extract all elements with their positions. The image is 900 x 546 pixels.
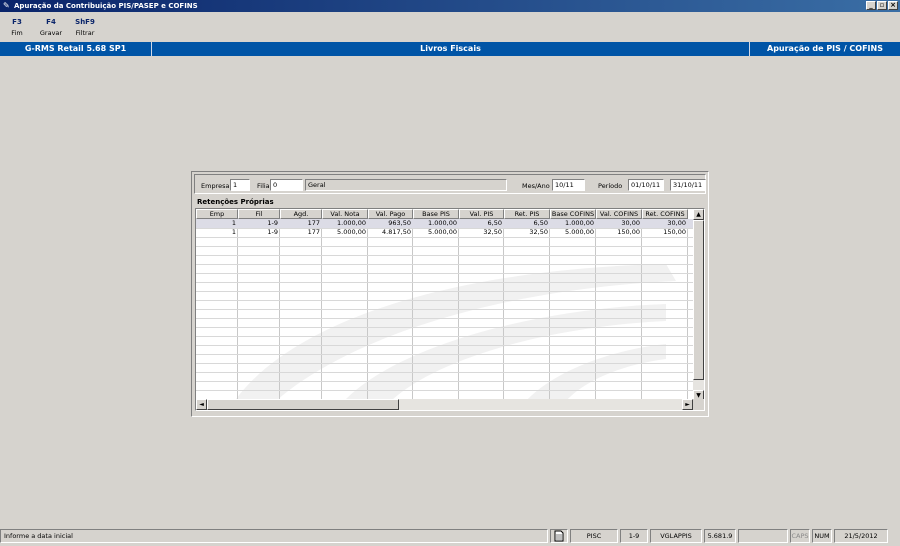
scroll-left-button[interactable]: ◄ <box>196 399 207 410</box>
system-name: G-RMS Retail 5.68 SP1 <box>24 44 127 53</box>
periodo-fim-field[interactable]: 31/10/11 <box>670 179 706 191</box>
scroll-up-button[interactable]: ▲ <box>693 209 704 220</box>
col-val-pis[interactable]: Val. PIS <box>459 209 504 219</box>
table-row[interactable]: 1 1-9 177 1.000,00 963,50 1.000,00 6,50 … <box>196 219 693 228</box>
filtrar-label: Filtrar <box>75 29 95 37</box>
scroll-right-button[interactable]: ► <box>682 399 693 410</box>
cell-base-cofins: 5.000,00 <box>565 228 594 236</box>
fim-key: F3 <box>12 18 22 26</box>
cell-agd: 177 <box>307 228 320 236</box>
cell-val-pago: 4.817,50 <box>382 228 411 236</box>
main-panel: Empresa 1 Filial 0 Geral Mes/Ano 10/11 P… <box>191 171 709 417</box>
horizontal-scrollbar[interactable]: ◄ ► <box>196 399 693 410</box>
col-agd[interactable]: Agd. <box>280 209 322 219</box>
cell-emp: 1 <box>231 219 236 227</box>
gravar-key: F4 <box>46 18 56 26</box>
status-user: VGLAPPIS <box>650 529 702 543</box>
cell-ret-cofins: 30,00 <box>667 219 686 227</box>
cell-ret-pis: 32,50 <box>529 228 548 236</box>
status-empty <box>738 529 788 543</box>
horizontal-scroll-thumb[interactable] <box>207 399 399 410</box>
filial-field[interactable]: 0 <box>270 179 303 191</box>
cell-fil: 1-9 <box>267 228 278 236</box>
fim-button[interactable]: F3 Fim <box>2 18 32 37</box>
col-fil[interactable]: Fil <box>238 209 280 219</box>
grid-header: Emp Fil Agd. Val. Nota Val. Pago Base PI… <box>196 209 693 219</box>
restore-button[interactable]: ▫ <box>877 1 887 10</box>
minimize-button[interactable]: _ <box>866 1 876 10</box>
info-bar: G-RMS Retail 5.68 SP1 Livros Fiscais Apu… <box>0 42 900 56</box>
app-icon: ✎ <box>3 1 10 10</box>
status-num: NUM <box>812 529 832 543</box>
gravar-label: Gravar <box>39 29 63 37</box>
cell-ret-cofins: 150,00 <box>663 228 686 236</box>
mesano-field[interactable]: 10/11 <box>552 179 585 191</box>
cell-agd: 177 <box>307 219 320 227</box>
col-ret-pis[interactable]: Ret. PIS <box>504 209 550 219</box>
cell-val-nota: 5.000,00 <box>337 228 366 236</box>
status-company: 1-9 <box>620 529 648 543</box>
status-date: 21/5/2012 <box>834 529 888 543</box>
cell-val-nota: 1.000,00 <box>337 219 366 227</box>
scroll-corner <box>693 399 704 410</box>
cell-val-pago: 963,50 <box>388 219 411 227</box>
table-row[interactable]: 1 1-9 177 5.000,00 4.817,50 5.000,00 32,… <box>196 228 693 237</box>
vertical-scroll-thumb[interactable] <box>693 220 704 380</box>
col-val-pago[interactable]: Val. Pago <box>368 209 413 219</box>
cell-base-cofins: 1.000,00 <box>565 219 594 227</box>
cell-base-pis: 1.000,00 <box>428 219 457 227</box>
filtrar-key: ShF9 <box>75 18 95 26</box>
empresa-field[interactable]: 1 <box>230 179 250 191</box>
mesano-label: Mes/Ano <box>522 182 550 190</box>
status-caps: CAPS <box>790 529 810 543</box>
empresa-label: Empresa <box>201 182 230 190</box>
window-title: Apuração da Contribuição PIS/PASEP e COF… <box>14 2 198 10</box>
module-name: Livros Fiscais <box>151 42 749 56</box>
status-bar: Informe a data inicial PISC 1-9 VGLAPPIS… <box>0 528 900 546</box>
periodo-label: Período <box>598 182 623 190</box>
cell-val-cofins: 30,00 <box>621 219 640 227</box>
cell-ret-pis: 6,50 <box>533 219 548 227</box>
filter-fields: Empresa 1 Filial 0 Geral Mes/Ano 10/11 P… <box>194 174 706 194</box>
filial-name-field: Geral <box>305 179 507 191</box>
col-base-pis[interactable]: Base PIS <box>413 209 459 219</box>
window-title-bar[interactable]: ✎ Apuração da Contribuição PIS/PASEP e C… <box>0 0 900 12</box>
cell-fil: 1-9 <box>267 219 278 227</box>
status-program: PISC <box>570 529 618 543</box>
col-base-cofins[interactable]: Base COFINS <box>550 209 596 219</box>
status-message: Informe a data inicial <box>0 529 548 543</box>
col-ret-cofins[interactable]: Ret. COFINS <box>642 209 688 219</box>
cell-base-pis: 5.000,00 <box>428 228 457 236</box>
vertical-scrollbar[interactable]: ▲ ▼ <box>693 209 704 401</box>
cell-val-pis: 32,50 <box>483 228 502 236</box>
filtrar-button[interactable]: ShF9 Filtrar <box>70 18 100 37</box>
retencoes-grid[interactable]: Emp Fil Agd. Val. Nota Val. Pago Base PI… <box>195 208 705 411</box>
col-val-cofins[interactable]: Val. COFINS <box>596 209 642 219</box>
cell-emp: 1 <box>231 228 236 236</box>
col-emp[interactable]: Emp <box>196 209 238 219</box>
group-title: Retenções Próprias <box>197 198 274 206</box>
gravar-button[interactable]: F4 Gravar <box>36 18 66 37</box>
document-icon[interactable] <box>550 529 568 543</box>
cell-val-pis: 6,50 <box>487 219 502 227</box>
periodo-inicio-field[interactable]: 01/10/11 <box>628 179 664 191</box>
close-button[interactable]: × <box>888 1 898 10</box>
status-version: 5.681.9 <box>704 529 736 543</box>
function-key-toolbar: F3 Fim F4 Gravar ShF9 Filtrar <box>0 14 900 40</box>
col-val-nota[interactable]: Val. Nota <box>322 209 368 219</box>
cell-val-cofins: 150,00 <box>617 228 640 236</box>
screen-name: Apuração de PIS / COFINS <box>749 42 900 56</box>
fim-label: Fim <box>11 29 23 37</box>
retencoes-group: Retenções Próprias Emp Fil Agd. Val. Not… <box>194 198 706 414</box>
